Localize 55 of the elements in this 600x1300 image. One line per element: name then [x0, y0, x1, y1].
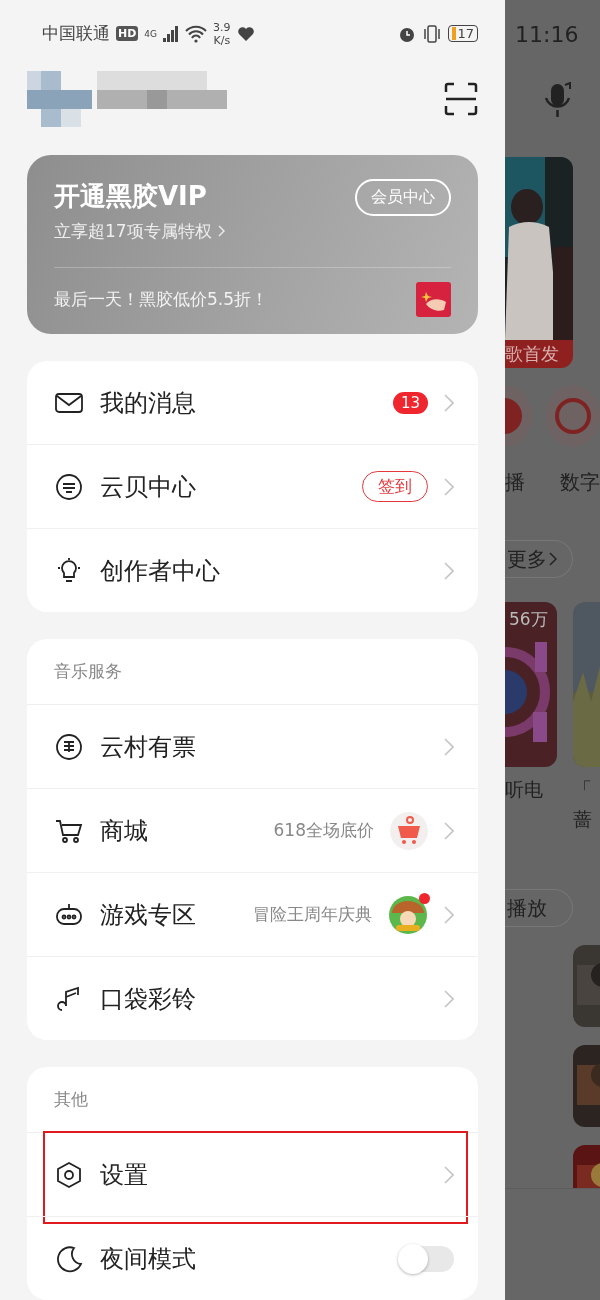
cart-icon [390, 811, 428, 850]
chevron-icon [217, 225, 225, 238]
microphone-icon[interactable] [543, 82, 573, 118]
chevron-icon [444, 821, 454, 840]
section-header: 其他 [54, 1088, 88, 1111]
menu-item[interactable]: 我的消息 13 [27, 361, 478, 444]
vip-promo-text: 最后一天！黑胶低价5.5折！ [54, 287, 269, 311]
hd-badge: HD [116, 26, 139, 42]
night-mode-switch[interactable] [400, 1245, 454, 1272]
shortcut-label: 播 [505, 469, 526, 496]
unread-count-badge: 13 [392, 391, 428, 414]
hexagon-settings-icon [54, 1159, 84, 1190]
chevron-icon [444, 1165, 454, 1184]
moon-icon [54, 1243, 84, 1274]
carrier-name: 中国联通 [42, 22, 110, 46]
menu-item[interactable]: 商城 618全场底价 [27, 789, 478, 872]
section-header: 音乐服务 [54, 660, 122, 683]
playlist-title: 「 [573, 777, 592, 802]
chevron-icon [549, 552, 557, 566]
scan-icon[interactable] [444, 81, 478, 116]
chevron-icon [444, 989, 454, 1008]
menu-item[interactable]: 创作者中心 [27, 529, 478, 612]
vip-title: 开通黑胶VIP [54, 179, 208, 213]
banner-card[interactable]: 歌首发 [505, 157, 573, 368]
chevron-icon [444, 393, 454, 412]
menu-item[interactable]: 口袋彩铃 [27, 957, 478, 1040]
network-speed: 3.9 K/s [213, 20, 231, 47]
playlist-title: 听电 [505, 777, 544, 802]
promo-text: 618全场底价 [273, 819, 374, 842]
chevron-icon [444, 561, 454, 580]
chevron-icon [444, 477, 454, 496]
menu-item[interactable]: 游戏专区 冒险王周年庆典 [27, 873, 478, 956]
ticket-icon [54, 731, 84, 762]
promo-text: 冒险王周年庆典 [253, 903, 372, 926]
gift-hand-icon [416, 281, 451, 317]
menu-item[interactable]: 设置 [27, 1133, 478, 1216]
play-count: 56万 [509, 608, 548, 631]
signal-icon [163, 25, 180, 42]
menu-item[interactable]: 云贝中心 签到 [27, 445, 478, 528]
playlist-title: 蔷 [573, 807, 592, 832]
menu-item[interactable]: 云村有票 [27, 705, 478, 788]
heart-icon [236, 25, 255, 42]
shortcut-label: 数字 [560, 469, 600, 496]
vip-subtitle: 立享超17项专属特权 [54, 219, 212, 243]
chevron-icon [444, 905, 454, 924]
check-in-button[interactable]: 签到 [362, 471, 428, 502]
clock-time: 11:16 [515, 21, 579, 47]
coin-icon [54, 471, 84, 502]
banner-label: 歌首发 [505, 342, 559, 366]
wifi-icon [185, 24, 208, 43]
chevron-icon [444, 737, 454, 756]
battery-indicator: 17 [448, 25, 478, 43]
network-type: 4G [144, 28, 158, 39]
vibrate-icon [422, 24, 443, 43]
menu-item[interactable]: 夜间模式 [27, 1217, 478, 1300]
